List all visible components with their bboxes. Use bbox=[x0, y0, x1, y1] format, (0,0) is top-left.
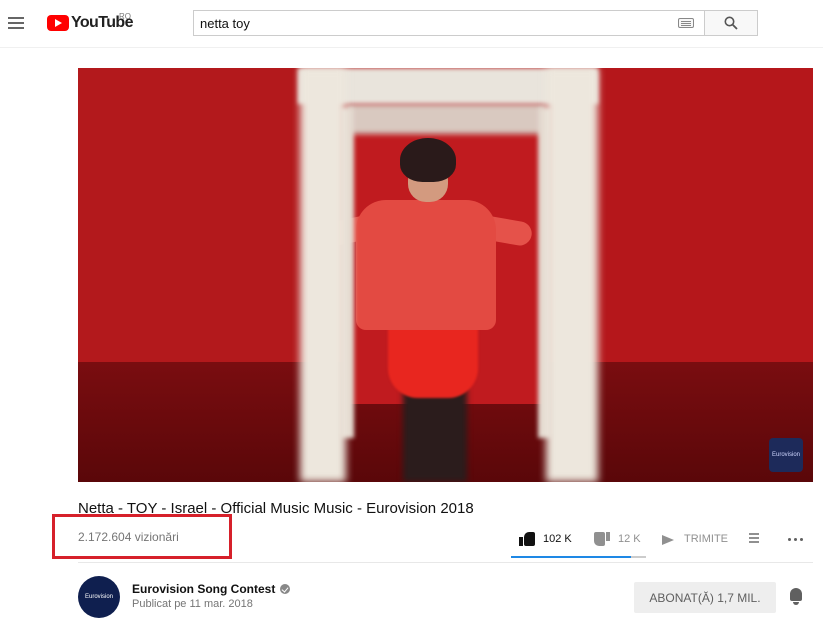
subscribe-button[interactable]: ABONAT(Ă) 1,7 MIL. bbox=[634, 582, 776, 613]
dislike-button[interactable]: 12 K bbox=[594, 529, 641, 549]
video-frame bbox=[346, 104, 546, 134]
notification-bell-icon[interactable] bbox=[788, 588, 804, 606]
share-icon bbox=[662, 533, 676, 545]
channel-avatar[interactable]: Eurovision bbox=[78, 576, 120, 618]
sentiment-bar-fill bbox=[511, 556, 632, 558]
hamburger-menu-icon[interactable] bbox=[8, 14, 26, 30]
divider bbox=[78, 562, 813, 563]
channel-name-row: Eurovision Song Contest bbox=[132, 582, 291, 596]
video-frame bbox=[546, 68, 598, 482]
video-player[interactable]: Eurovision bbox=[78, 68, 813, 482]
add-to-playlist-button[interactable] bbox=[749, 529, 765, 549]
thumbs-up-icon bbox=[519, 532, 535, 546]
share-button[interactable]: TRIMITE bbox=[662, 529, 728, 549]
highlight-box bbox=[52, 514, 232, 559]
video-wall bbox=[78, 68, 298, 368]
play-logo-icon bbox=[47, 15, 69, 31]
publish-date: Publicat pe 11 mar. 2018 bbox=[132, 598, 253, 610]
thumbs-down-icon bbox=[594, 532, 610, 546]
region-label: RO bbox=[119, 12, 131, 21]
dislike-count: 12 K bbox=[618, 533, 641, 545]
verified-icon bbox=[280, 584, 291, 594]
eurovision-watermark: Eurovision bbox=[769, 438, 803, 472]
search-input[interactable]: netta toy bbox=[193, 10, 704, 36]
playlist-add-icon bbox=[749, 533, 765, 545]
more-icon bbox=[788, 537, 803, 541]
share-label: TRIMITE bbox=[684, 533, 728, 545]
search-icon bbox=[724, 16, 738, 30]
search-query[interactable]: netta toy bbox=[194, 16, 678, 31]
video-frame bbox=[300, 68, 346, 482]
channel-name[interactable]: Eurovision Song Contest bbox=[132, 582, 275, 596]
search-button[interactable] bbox=[704, 10, 758, 36]
top-bar: YouTube RO netta toy bbox=[0, 0, 823, 48]
more-actions-button[interactable] bbox=[788, 529, 803, 549]
like-count: 102 K bbox=[543, 533, 572, 545]
like-button[interactable]: 102 K bbox=[519, 529, 572, 549]
video-wall bbox=[598, 68, 813, 368]
keyboard-icon[interactable] bbox=[678, 18, 694, 28]
sentiment-bar bbox=[511, 556, 646, 558]
